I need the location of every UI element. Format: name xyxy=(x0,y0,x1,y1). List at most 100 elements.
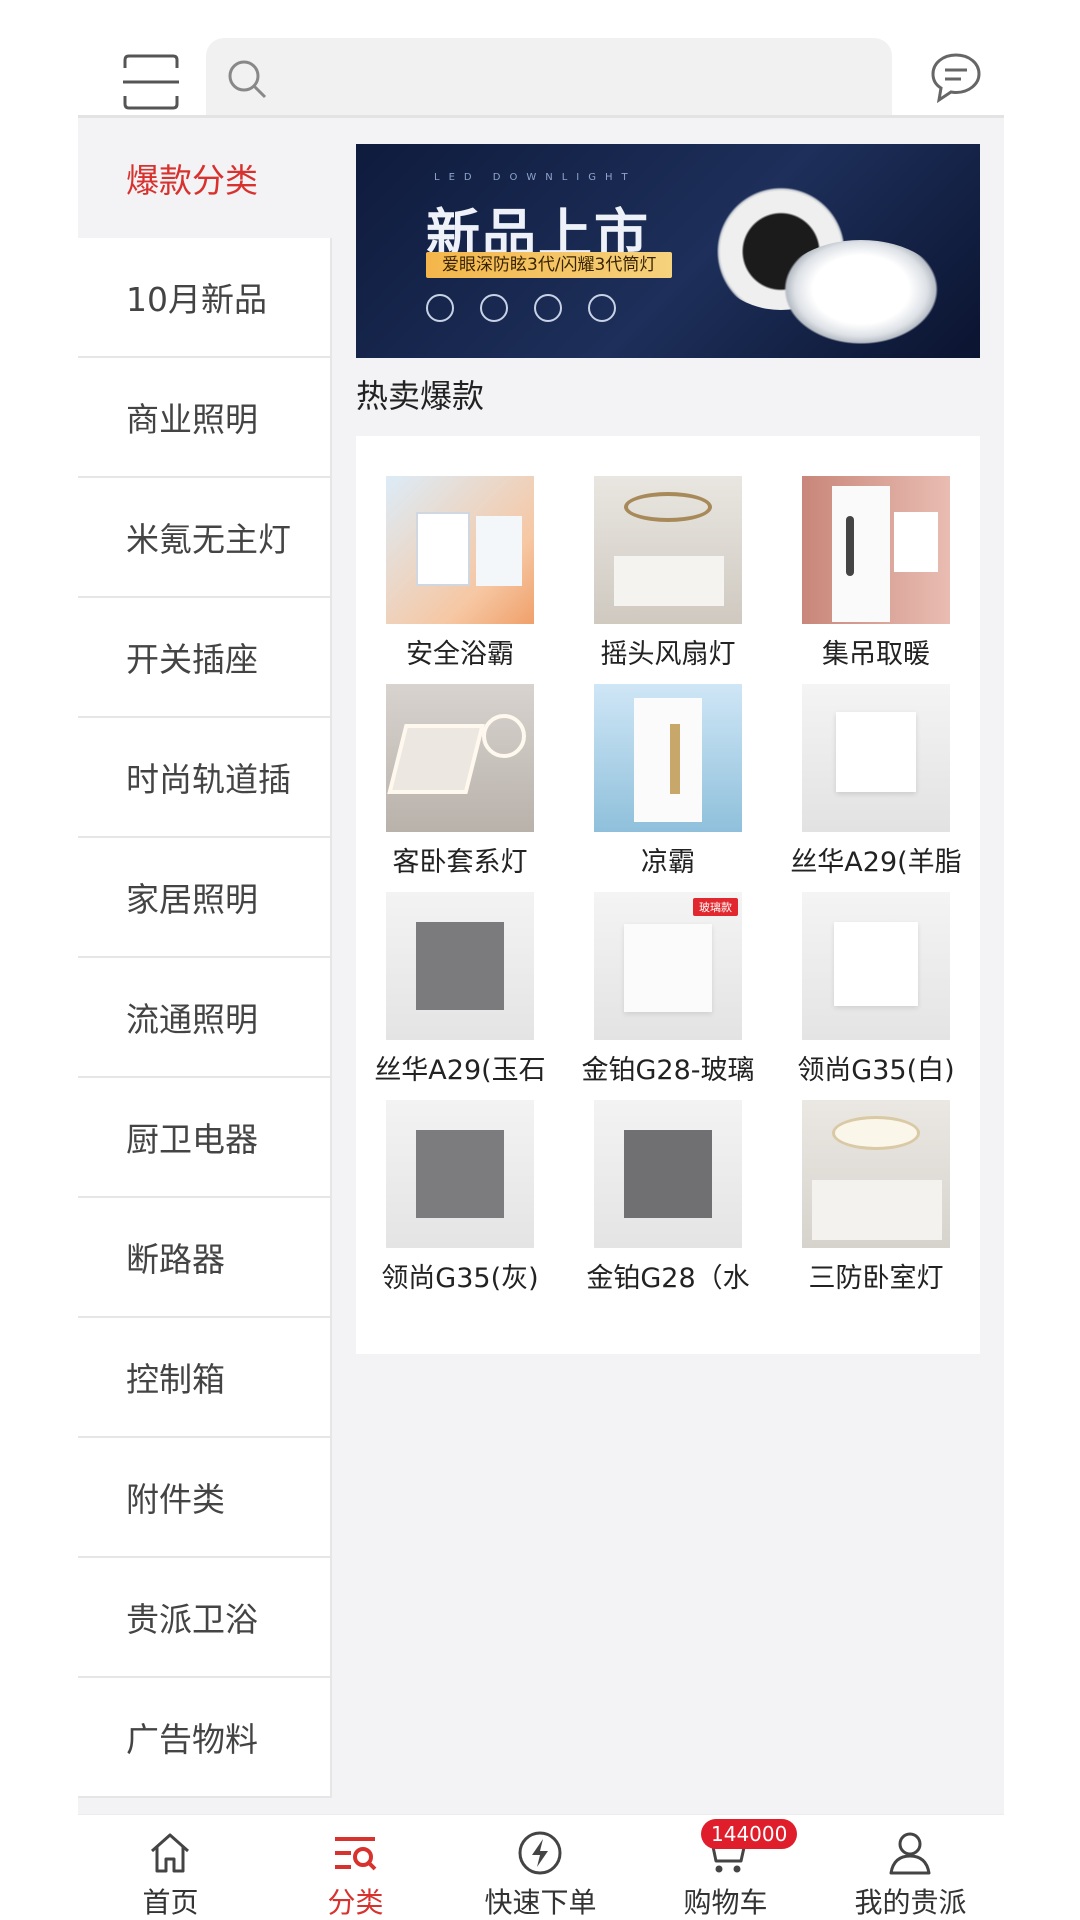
nav-label: 购物车 xyxy=(683,1886,768,1919)
sidebar-item-track-socket[interactable]: 时尚轨道插 xyxy=(78,718,332,838)
sidebar-item-breaker[interactable]: 断路器 xyxy=(78,1198,332,1318)
nav-home[interactable]: 首页 xyxy=(78,1815,263,1920)
bottom-nav: 首页 分类 快速下单 144000 购物车 我的贵派 xyxy=(78,1814,1004,1920)
sidebar-item-commercial-lighting[interactable]: 商业照明 xyxy=(78,358,332,478)
product-label: 丝华A29(玉石 xyxy=(374,1055,546,1086)
product-image: 玻璃款 xyxy=(594,892,742,1040)
product-tile[interactable]: 客卧套系灯 xyxy=(356,684,564,879)
category-icon xyxy=(335,1837,377,1871)
sidebar-item-home-lighting[interactable]: 家居照明 xyxy=(78,838,332,958)
sidebar-item-ad-materials[interactable]: 广告物料 xyxy=(78,1678,332,1798)
product-label: 三防卧室灯 xyxy=(808,1263,944,1294)
nav-profile[interactable]: 我的贵派 xyxy=(818,1815,1003,1920)
nav-quick-order[interactable]: 快速下单 xyxy=(448,1815,633,1920)
sidebar-item-label: 流通照明 xyxy=(126,1000,258,1039)
feature-icon xyxy=(480,294,508,322)
nav-label: 分类 xyxy=(327,1886,384,1919)
product-label: 凉霸 xyxy=(641,847,695,878)
sidebar-item-label: 家居照明 xyxy=(126,880,258,919)
product-label: 安全浴霸 xyxy=(406,639,514,670)
product-label: 领尚G35(灰) xyxy=(381,1263,539,1294)
product-label: 摇头风扇灯 xyxy=(600,639,736,670)
content-frame: 爆款分类 10月新品 商业照明 米氪无主灯 开关插座 时尚轨道插 家居照明 流通… xyxy=(78,118,1004,1814)
product-tile[interactable]: 凉霸 xyxy=(564,684,772,879)
product-image xyxy=(594,1100,742,1248)
sidebar-item-bathroom[interactable]: 贵派卫浴 xyxy=(78,1558,332,1678)
sidebar-item-label: 爆款分类 xyxy=(126,161,258,200)
product-label: 丝华A29(羊脂 xyxy=(790,847,962,878)
product-tile[interactable]: 领尚G35(灰) xyxy=(356,1100,564,1295)
product-image xyxy=(594,684,742,832)
message-icon[interactable] xyxy=(930,52,982,104)
product-image xyxy=(386,684,534,832)
product-label: 金铂G28-玻璃 xyxy=(581,1055,755,1086)
product-tile[interactable]: 金铂G28（水 xyxy=(564,1100,772,1295)
sidebar-item-label: 开关插座 xyxy=(126,640,258,679)
sidebar-item-retail-lighting[interactable]: 流通照明 xyxy=(78,958,332,1078)
nav-category[interactable]: 分类 xyxy=(263,1815,448,1920)
nav-label: 快速下单 xyxy=(484,1886,597,1919)
search-input[interactable] xyxy=(286,38,866,118)
banner-feature-icons xyxy=(426,294,616,322)
sidebar-item-switch-socket[interactable]: 开关插座 xyxy=(78,598,332,718)
banner-subtitle: 爱眼深防眩3代/闪耀3代筒灯 xyxy=(426,252,673,278)
sidebar-item-mike-lights[interactable]: 米氪无主灯 xyxy=(78,478,332,598)
feature-icon xyxy=(534,294,562,322)
product-image xyxy=(802,1100,950,1248)
product-image xyxy=(386,892,534,1040)
sidebar-item-kitchen-bath[interactable]: 厨卫电器 xyxy=(78,1078,332,1198)
product-grid: 安全浴霸 摇头风扇灯 集吊取暖 客卧套系灯 凉霸 丝华A29(羊脂 丝华A29(… xyxy=(356,436,980,1354)
scan-icon[interactable] xyxy=(123,54,179,110)
sidebar-item-october-new[interactable]: 10月新品 xyxy=(78,238,332,358)
sidebar-item-label: 10月新品 xyxy=(126,280,267,319)
sidebar-item-label: 米氪无主灯 xyxy=(126,520,291,559)
product-image xyxy=(594,476,742,624)
nav-cart[interactable]: 144000 购物车 xyxy=(633,1815,818,1920)
glass-badge: 玻璃款 xyxy=(693,898,738,916)
nav-label: 我的贵派 xyxy=(854,1886,967,1919)
nav-label: 首页 xyxy=(142,1886,199,1919)
product-tile[interactable]: 丝华A29(羊脂 xyxy=(772,684,980,879)
banner-small-text: LED DOWNLIGHT xyxy=(434,172,637,183)
product-image xyxy=(386,476,534,624)
feature-icon xyxy=(426,294,454,322)
sidebar-item-label: 时尚轨道插 xyxy=(126,760,291,799)
product-image xyxy=(802,892,950,1040)
product-tile[interactable]: 丝华A29(玉石 xyxy=(356,892,564,1087)
product-image xyxy=(386,1100,534,1248)
product-tile[interactable]: 安全浴霸 xyxy=(356,476,564,671)
product-label: 客卧套系灯 xyxy=(392,847,528,878)
sidebar-item-label: 广告物料 xyxy=(126,1720,258,1759)
product-image xyxy=(802,476,950,624)
home-icon xyxy=(151,1833,189,1873)
sidebar-item-control-box[interactable]: 控制箱 xyxy=(78,1318,332,1438)
sidebar-item-label: 厨卫电器 xyxy=(126,1120,258,1159)
search-bar[interactable] xyxy=(206,38,892,118)
downlight-image xyxy=(776,240,946,350)
profile-icon xyxy=(889,1832,931,1875)
product-image xyxy=(802,684,950,832)
sidebar-item-label: 附件类 xyxy=(126,1480,225,1519)
quick-order-icon xyxy=(518,1831,562,1875)
sidebar-item-hot[interactable]: 爆款分类 xyxy=(78,118,332,238)
sidebar-item-label: 商业照明 xyxy=(126,400,258,439)
feature-icon xyxy=(588,294,616,322)
product-tile[interactable]: 玻璃款 金铂G28-玻璃 xyxy=(564,892,772,1087)
product-tile[interactable]: 摇头风扇灯 xyxy=(564,476,772,671)
cart-count-badge: 144000 xyxy=(701,1819,798,1849)
sidebar-item-label: 贵派卫浴 xyxy=(126,1600,258,1639)
category-sidebar: 爆款分类 10月新品 商业照明 米氪无主灯 开关插座 时尚轨道插 家居照明 流通… xyxy=(78,118,332,1814)
product-label: 金铂G28（水 xyxy=(586,1263,750,1294)
product-tile[interactable]: 领尚G35(白) xyxy=(772,892,980,1087)
product-label: 领尚G35(白) xyxy=(797,1055,955,1086)
section-title: 热卖爆款 xyxy=(356,377,485,415)
sidebar-item-label: 控制箱 xyxy=(126,1360,225,1399)
product-tile[interactable]: 集吊取暖 xyxy=(772,476,980,671)
sidebar-item-label: 断路器 xyxy=(126,1240,225,1279)
sidebar-item-accessories[interactable]: 附件类 xyxy=(78,1438,332,1558)
product-label: 集吊取暖 xyxy=(822,639,930,670)
search-icon xyxy=(228,60,267,99)
product-tile[interactable]: 三防卧室灯 xyxy=(772,1100,980,1295)
top-bar xyxy=(0,0,1080,118)
promo-banner[interactable]: LED DOWNLIGHT 新品上市 爱眼深防眩3代/闪耀3代筒灯 xyxy=(356,144,980,358)
